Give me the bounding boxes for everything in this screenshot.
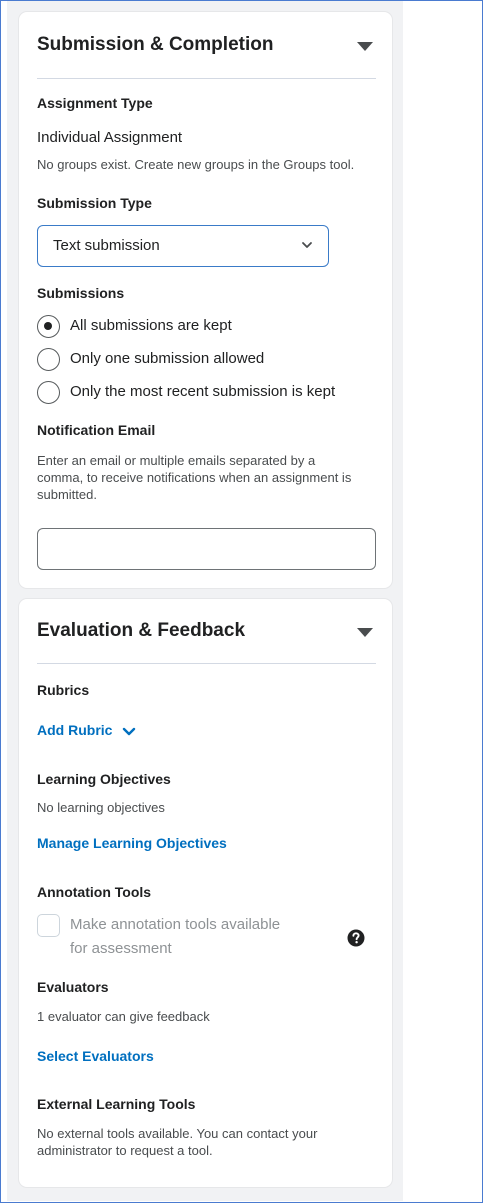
evaluation-feedback-card: Evaluation & Feedback Rubrics Add Rubric… <box>19 599 392 1187</box>
learning-objectives-label: Learning Objectives <box>37 771 171 787</box>
select-evaluators-link[interactable]: Select Evaluators <box>37 1048 154 1064</box>
radio-label: Only the most recent submission is kept <box>70 383 336 400</box>
radio-most-recent-kept[interactable]: Only the most recent submission is kept <box>37 381 377 405</box>
caret-down-icon[interactable] <box>357 628 373 637</box>
radio-only-one-submission[interactable]: Only one submission allowed <box>37 348 377 372</box>
submission-type-select[interactable]: Text submission <box>37 225 329 267</box>
external-tools-label: External Learning Tools <box>37 1096 196 1112</box>
evaluators-label: Evaluators <box>37 979 109 995</box>
section-divider <box>37 78 376 79</box>
notification-help-line: comma, to receive notifications when an … <box>37 470 352 485</box>
rubrics-label: Rubrics <box>37 682 90 698</box>
submissions-label: Submissions <box>37 285 125 301</box>
manage-learning-objectives-link[interactable]: Manage Learning Objectives <box>37 835 227 851</box>
external-tools-note-line: administrator to request a tool. <box>37 1143 213 1158</box>
submission-type-label: Submission Type <box>37 195 152 211</box>
evaluators-note: 1 evaluator can give feedback <box>37 1009 210 1024</box>
settings-panel: Submission & Completion Assignment Type … <box>7 1 403 1201</box>
section-divider <box>37 663 376 664</box>
annotation-tools-checkbox[interactable] <box>37 914 60 937</box>
external-tools-note-line: No external tools available. You can con… <box>37 1126 318 1141</box>
evaluation-feedback-title: Evaluation & Feedback <box>37 620 246 641</box>
notification-email-input[interactable] <box>37 528 376 570</box>
radio-all-submissions-kept[interactable]: All submissions are kept <box>37 315 377 339</box>
submission-completion-title: Submission & Completion <box>37 34 274 55</box>
annotation-checkbox-label: Make annotation tools available <box>70 916 281 933</box>
chevron-down-icon <box>123 727 136 736</box>
radio-label: All submissions are kept <box>70 317 232 334</box>
add-rubric-label: Add Rubric <box>37 722 113 738</box>
radio-label: Only one submission allowed <box>70 350 265 367</box>
learning-objectives-note: No learning objectives <box>37 800 165 815</box>
annotation-checkbox-label: for assessment <box>70 940 172 957</box>
submission-type-value: Text submission <box>53 237 160 254</box>
radio-button[interactable] <box>37 381 60 404</box>
notification-email-label: Notification Email <box>37 422 156 438</box>
radio-button-checked[interactable] <box>37 315 60 338</box>
assignment-type-value: Individual Assignment <box>37 129 183 146</box>
chevron-down-icon <box>302 242 312 248</box>
groups-note: No groups exist. Create new groups in th… <box>37 157 355 172</box>
add-rubric-link[interactable]: Add Rubric <box>37 722 136 738</box>
radio-button[interactable] <box>37 348 60 371</box>
assignment-type-label: Assignment Type <box>37 95 153 111</box>
caret-down-icon[interactable] <box>357 42 373 51</box>
submission-completion-card: Submission & Completion Assignment Type … <box>19 12 392 588</box>
notification-help-line: submitted. <box>37 487 97 502</box>
question-circle-icon[interactable] <box>347 929 365 947</box>
annotation-tools-label: Annotation Tools <box>37 884 152 900</box>
notification-help-line: Enter an email or multiple emails separa… <box>37 453 316 468</box>
